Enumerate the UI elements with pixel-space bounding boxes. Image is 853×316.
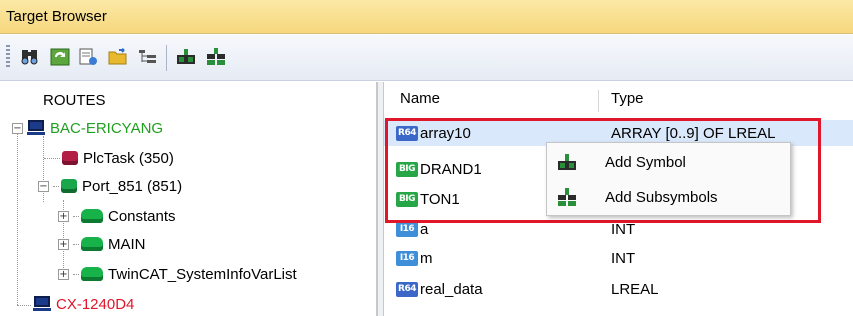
tree-connector [73, 215, 79, 217]
computer-icon [33, 296, 51, 312]
symbol-type: LREAL [611, 280, 659, 298]
add-subsymbols-icon [558, 187, 576, 206]
column-header-name[interactable]: Name [400, 90, 440, 107]
add-symbol-button[interactable] [174, 46, 198, 68]
tree-item-label: PlcTask (350) [83, 149, 174, 167]
tree-item-label: Port_851 (851) [82, 177, 183, 195]
symbol-name: m [420, 249, 433, 267]
expand-icon[interactable]: + [58, 238, 69, 250]
menu-item-add-symbol[interactable]: Add Symbol [547, 145, 790, 180]
lreal-type-icon: R64 [396, 125, 418, 141]
hierarchy-button[interactable] [136, 46, 160, 68]
open-folder-icon [108, 48, 127, 65]
struct-type-icon: BIG [396, 191, 418, 207]
symbol-name: TON1 [420, 190, 460, 208]
list-row-a[interactable]: I16 a INT [384, 216, 853, 242]
tree-root: ROUTES [43, 88, 106, 112]
lreal-type-icon: R64 [396, 281, 418, 297]
tree-connector [17, 305, 31, 306]
struct-type-icon: BIG [396, 161, 418, 177]
find-button[interactable] [18, 46, 42, 68]
route-tree[interactable]: ROUTES − BAC-ERICYANG PlcTask (350) − Po… [0, 82, 377, 316]
tree-item-main[interactable]: + MAIN [58, 232, 146, 256]
tree-connector [44, 157, 60, 159]
tree-item-label: MAIN [108, 235, 146, 253]
collapse-icon[interactable]: − [38, 180, 49, 192]
tree-item-label: Constants [108, 207, 176, 225]
pane-splitter[interactable] [377, 82, 384, 316]
plc-folder-icon [81, 209, 103, 223]
symbol-type: INT [611, 249, 636, 267]
expand-icon[interactable]: + [58, 268, 69, 280]
menu-item-label: Add Symbol [605, 154, 686, 171]
toolbar [0, 35, 853, 81]
int-type-icon: I16 [396, 221, 418, 237]
port-icon [61, 179, 77, 193]
plc-folder-icon [81, 237, 103, 251]
tree-item-label: TwinCAT_SystemInfoVarList [108, 265, 297, 283]
title-bar: Target Browser [0, 0, 853, 34]
tree-item-port-851[interactable]: − Port_851 (851) [38, 174, 182, 198]
add-symbol-icon [558, 153, 576, 170]
tree-connector [73, 273, 79, 275]
hierarchy-icon [139, 50, 156, 63]
tree-connector [17, 123, 18, 305]
list-row-m[interactable]: I16 m INT [384, 245, 853, 271]
find-icon [21, 50, 38, 65]
symbol-name: a [420, 220, 429, 238]
column-divider[interactable] [598, 90, 599, 112]
tree-item-label: CX-1240D4 [56, 295, 135, 313]
collapse-icon[interactable]: − [12, 122, 23, 134]
list-row-real-data[interactable]: R64 real_data LREAL [384, 276, 853, 302]
tree-item-label: BAC-ERICYANG [50, 119, 164, 137]
expand-icon[interactable]: + [58, 210, 69, 222]
tree-item-constants[interactable]: + Constants [58, 204, 176, 228]
window-title: Target Browser [6, 8, 107, 25]
routes-label: ROUTES [43, 91, 106, 109]
properties-icon [79, 48, 97, 65]
add-subsymbols-icon [207, 48, 225, 65]
refresh-button[interactable] [48, 46, 72, 68]
symbol-type: INT [611, 220, 636, 238]
tree-connector [53, 185, 59, 187]
toolbar-separator [166, 45, 167, 71]
add-subsymbols-button[interactable] [204, 46, 228, 68]
task-icon [62, 151, 78, 165]
plc-folder-icon [81, 267, 103, 281]
menu-item-add-subsymbols[interactable]: Add Subsymbols [547, 180, 790, 215]
tree-item-cx-1240d4[interactable]: CX-1240D4 [33, 292, 134, 316]
tree-connector [73, 243, 79, 245]
symbol-name: DRAND1 [420, 160, 482, 178]
symbol-name: real_data [420, 280, 483, 298]
tree-item-plctask[interactable]: PlcTask (350) [44, 146, 174, 170]
tree-item-twincat-systeminfovarlist[interactable]: + TwinCAT_SystemInfoVarList [58, 262, 297, 286]
properties-button[interactable] [76, 46, 100, 68]
symbol-name: array10 [420, 124, 471, 142]
int-type-icon: I16 [396, 250, 418, 266]
refresh-icon [50, 48, 70, 66]
menu-item-label: Add Subsymbols [605, 189, 718, 206]
tree-item-bac-ericyang[interactable]: − BAC-ERICYANG [12, 116, 163, 140]
context-menu: Add Symbol Add Subsymbols [546, 142, 791, 216]
symbol-type: ARRAY [0..9] OF LREAL [611, 124, 776, 142]
add-symbol-icon [177, 49, 195, 64]
open-folder-button[interactable] [106, 46, 130, 68]
computer-icon [27, 120, 45, 136]
toolbar-grip[interactable] [6, 45, 10, 69]
column-header-type[interactable]: Type [611, 90, 644, 107]
